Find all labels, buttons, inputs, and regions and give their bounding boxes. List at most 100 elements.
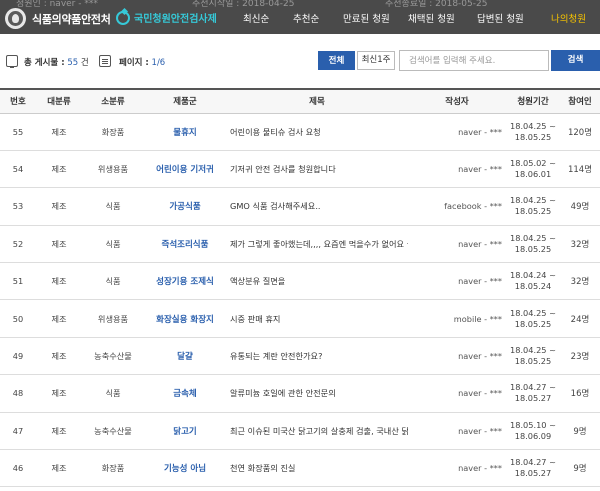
row-author: naver - ***: [458, 351, 502, 362]
row-title-link[interactable]: GMO 식품 검사해주세요..: [226, 188, 408, 225]
row-number: 55: [12, 126, 24, 137]
row-product-group[interactable]: 금속체: [144, 375, 226, 412]
row-product-group[interactable]: 가공식품: [144, 188, 226, 225]
row-title-link[interactable]: 기저귀 안전 검사를 청원합니다: [226, 150, 408, 187]
table-row[interactable]: 55 제조 화장품 물휴지 어린이용 물티슈 검사 요청 naver - *** 18.04…: [0, 113, 600, 151]
row-title-link[interactable]: 시중 판매 휴지: [226, 300, 408, 337]
nav-latest[interactable]: 최신순: [243, 11, 269, 25]
col-title: 제목: [309, 97, 325, 108]
search-button[interactable]: 검색: [551, 50, 600, 71]
header-end-text: 추천종료일 : 2018-05-25: [385, 0, 488, 9]
row-participants: 16명: [570, 389, 590, 400]
period-end: 18.05.25: [514, 206, 552, 217]
page-indicator: 페이지 : 1/6: [119, 58, 166, 68]
row-product-group[interactable]: 닭고기: [144, 412, 226, 449]
row-participants: 120명: [567, 127, 593, 138]
nav-adopted[interactable]: 채택된 청원: [408, 11, 455, 25]
nav-my-petition[interactable]: 나의청원: [551, 11, 586, 25]
row-product-group[interactable]: 달걀: [144, 337, 226, 374]
period-start: 18.04.25 ~: [510, 345, 556, 356]
col-product-group: 제품군: [173, 97, 197, 108]
row-number: 52: [12, 238, 24, 249]
row-subcategory: 화장품: [101, 463, 125, 474]
row-product-group[interactable]: 기능성 아님: [144, 450, 226, 487]
table-row[interactable]: 51 제조 식품 성장기용 조제식 액상분유 질면을 naver - *** 18.04.2…: [0, 263, 600, 300]
row-product-group[interactable]: 즉석조리식품: [144, 225, 226, 262]
row-product-group[interactable]: 성장기용 조제식: [144, 263, 226, 300]
row-title-link[interactable]: 최근 이슈된 미국산 닭고기의 살충제 검출, 국내산 닭고기...: [226, 412, 408, 449]
period-start: 18.05.10 ~: [510, 419, 556, 430]
row-subcategory: 농축수산물: [94, 351, 132, 362]
period-start: 18.04.25 ~: [510, 120, 556, 131]
row-category: 제조: [51, 425, 67, 436]
campaign-link[interactable]: 국민청원안전검사제: [116, 10, 217, 25]
row-author: naver - ***: [458, 425, 502, 436]
table-row[interactable]: 50 제조 위생용품 화장실용 화장지 시중 판매 휴지 mobile - *** 18.0…: [0, 300, 600, 338]
row-author: naver - ***: [458, 463, 502, 474]
logo[interactable]: 식품의약품안전처: [5, 8, 111, 29]
row-period: 18.04.24 ~18.05.24: [506, 263, 560, 300]
table-row[interactable]: 53 제조 식품 가공식품 GMO 식품 검사해주세요.. facebook - *** 1…: [0, 188, 600, 226]
row-number: 54: [12, 164, 24, 175]
row-title-link[interactable]: 제가 그렇게 좋아했는데,,,, 요즘엔 먹을수가 없어요 ㅠㅠ: [226, 225, 408, 262]
table-row[interactable]: 48 제조 식품 금속체 알류미늄 호일에 관한 안전문의 naver - *** 18.0…: [0, 375, 600, 413]
row-title-link[interactable]: 유통되는 계란 안전한가요?: [226, 337, 408, 374]
col-count: 참여인: [568, 97, 592, 108]
row-product-group[interactable]: 물휴지: [144, 113, 226, 150]
row-product-group[interactable]: 화장실용 화장지: [144, 300, 226, 337]
row-title-link[interactable]: 천연 화장품의 진실: [226, 450, 408, 487]
period-end: 18.05.27: [514, 468, 552, 479]
row-period: 18.05.02 ~18.06.01: [506, 150, 560, 187]
row-period: 18.04.25 ~18.05.25: [506, 188, 560, 225]
period-end: 18.05.25: [514, 131, 552, 142]
search-input[interactable]: [399, 50, 549, 71]
row-number: 49: [12, 351, 24, 362]
row-title-link[interactable]: 알류미늄 호일에 관한 안전문의: [226, 375, 408, 412]
row-subcategory: 식품: [105, 201, 121, 212]
row-author: naver - ***: [458, 164, 502, 175]
period-end: 18.06.09: [514, 430, 552, 441]
row-author: naver - ***: [458, 388, 502, 399]
row-participants: 24명: [570, 314, 590, 325]
table-row[interactable]: 54 제조 위생용품 어린이용 기저귀 기저귀 안전 검사를 청원합니다 naver - …: [0, 150, 600, 188]
row-period: 18.04.25 ~18.05.25: [506, 113, 560, 150]
period-start: 18.04.25 ~: [510, 232, 556, 243]
row-period: 18.04.27 ~18.05.27: [506, 375, 560, 412]
row-product-group[interactable]: 어린이용 기저귀: [144, 150, 226, 187]
filter-week-button[interactable]: 최신1주: [357, 51, 395, 70]
row-number: 50: [12, 313, 24, 324]
campaign-text: 국민청원안전검사제: [134, 14, 217, 25]
row-number: 53: [12, 201, 24, 212]
row-title-link[interactable]: 어린이용 물티슈 검사 요청: [226, 113, 408, 150]
table-row[interactable]: 49 제조 농축수산물 달걀 유통되는 계란 안전한가요? naver - *** 18.0…: [0, 337, 600, 375]
row-author: naver - ***: [458, 276, 502, 287]
period-start: 18.04.27 ~: [510, 457, 556, 468]
row-author: mobile - ***: [453, 313, 502, 324]
col-author: 작성자: [445, 97, 469, 108]
total-count: 총 게시물 : 55 건: [24, 58, 89, 68]
filter-all-button[interactable]: 전체: [318, 51, 355, 70]
table-row[interactable]: 46 제조 화장품 기능성 아님 천연 화장품의 진실 naver - *** 18.04.…: [0, 450, 600, 487]
row-participants: 9명: [573, 426, 587, 437]
row-number: 46: [12, 463, 24, 474]
table-row[interactable]: 52 제조 식품 즉석조리식품 제가 그렇게 좋아했는데,,,, 요즘엔 먹을수가 없어…: [0, 225, 600, 263]
row-category: 제조: [51, 164, 67, 175]
col-no: 번호: [10, 97, 26, 108]
row-subcategory: 화장품: [101, 126, 125, 137]
row-title-link[interactable]: 액상분유 질면을: [226, 263, 408, 300]
table-row[interactable]: 47 제조 농축수산물 닭고기 최근 이슈된 미국산 닭고기의 살충제 검출, 국내산 …: [0, 412, 600, 450]
campaign-icon: [116, 10, 130, 25]
row-subcategory: 식품: [105, 276, 121, 287]
nav-recommended[interactable]: 추천순: [293, 11, 319, 25]
period-end: 18.05.25: [514, 318, 552, 329]
row-subcategory: 위생용품: [97, 313, 129, 324]
nav-expired[interactable]: 만료된 청원: [343, 11, 390, 25]
row-category: 제조: [51, 388, 67, 399]
nav-answered[interactable]: 답변된 청원: [477, 11, 524, 25]
row-number: 48: [12, 388, 24, 399]
row-participants: 32명: [570, 277, 590, 288]
col-period: 청원기간: [517, 97, 549, 108]
row-period: 18.04.25 ~18.05.25: [506, 225, 560, 262]
row-number: 51: [12, 276, 24, 287]
row-subcategory: 위생용품: [97, 164, 129, 175]
